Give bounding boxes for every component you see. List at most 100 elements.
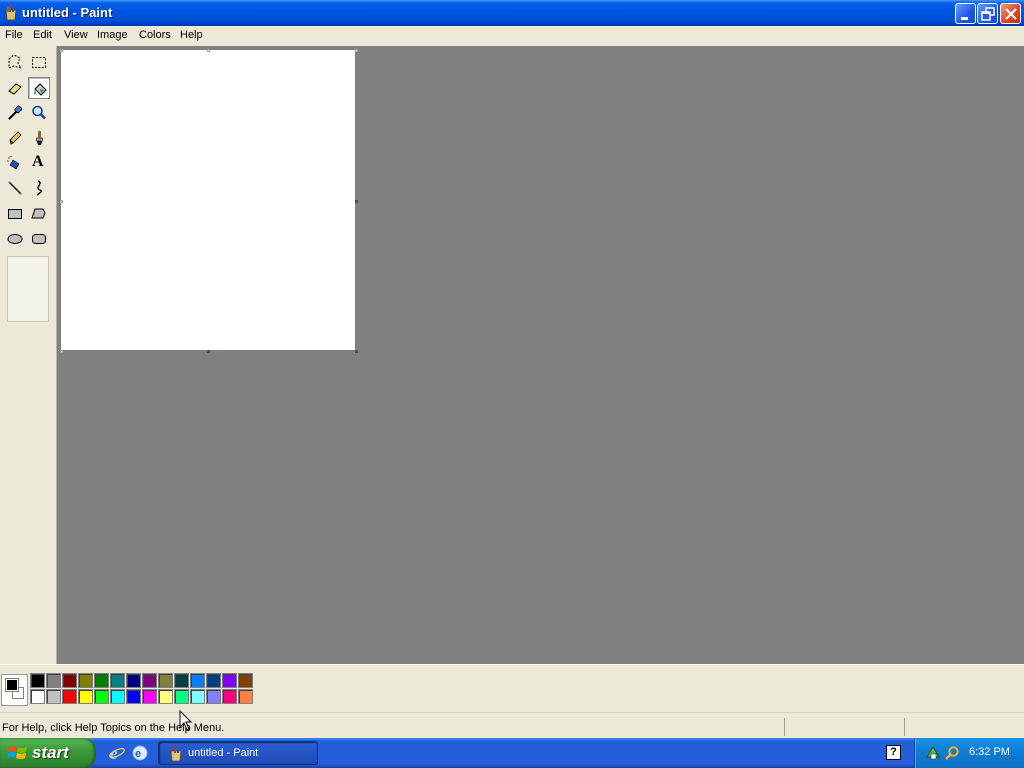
menu-help[interactable]: Help: [180, 29, 203, 41]
drawing-canvas[interactable]: [61, 50, 355, 350]
title-bar[interactable]: untitled - Paint: [0, 0, 1024, 26]
canvas-handle-bottom[interactable]: [207, 350, 210, 353]
canvas-handle-bottom-right[interactable]: [355, 350, 358, 353]
text-icon: A: [32, 153, 44, 170]
palette-swatch[interactable]: [62, 689, 77, 704]
palette-swatch[interactable]: [94, 689, 109, 704]
palette-swatch[interactable]: [142, 689, 157, 704]
taskbar-button-label: untitled - Paint: [188, 747, 259, 759]
curve-icon: [36, 180, 43, 196]
palette-swatch[interactable]: [110, 673, 125, 688]
start-button[interactable]: start: [0, 738, 96, 768]
close-icon: [1005, 8, 1017, 20]
internet-explorer-icon[interactable]: e: [108, 744, 126, 763]
fill-with-color-icon: [34, 83, 47, 96]
show-desktop-icon[interactable]: e: [131, 744, 149, 762]
ellipse-icon: [7, 234, 23, 244]
palette-swatch[interactable]: [46, 689, 61, 704]
palette-swatch[interactable]: [126, 689, 141, 704]
palette-swatch[interactable]: [110, 689, 125, 704]
menu-image[interactable]: Image: [97, 29, 128, 41]
magnifier-icon: [32, 105, 46, 120]
start-label: start: [32, 743, 69, 762]
tool-options-panel[interactable]: [7, 256, 49, 322]
canvas-handle-right[interactable]: [355, 200, 358, 203]
curve-tool[interactable]: [28, 177, 50, 199]
palette-swatch[interactable]: [30, 689, 45, 704]
palette-swatch[interactable]: [174, 689, 189, 704]
palette-swatch[interactable]: [190, 689, 205, 704]
svg-text:e: e: [135, 748, 141, 760]
eraser-tool[interactable]: [4, 77, 26, 99]
help-icon[interactable]: ?: [886, 745, 901, 760]
brush-tool[interactable]: [28, 127, 50, 149]
fill-with-color-tool[interactable]: [28, 77, 50, 99]
palette-swatch[interactable]: [174, 673, 189, 688]
current-colors[interactable]: [1, 674, 28, 706]
taskbar-button-paint[interactable]: untitled - Paint: [158, 741, 318, 765]
canvas-handle-top: [207, 49, 210, 52]
pick-color-tool[interactable]: [4, 102, 26, 124]
palette-swatch[interactable]: [46, 673, 61, 688]
canvas-handle-bottom-left: [60, 350, 63, 353]
palette-swatch[interactable]: [94, 673, 109, 688]
rounded-rectangle-icon: [32, 234, 46, 244]
free-form-select-tool[interactable]: [4, 51, 26, 73]
status-bar: For Help, click Help Topics on the Help …: [0, 712, 1024, 738]
network-icon[interactable]: [925, 745, 941, 764]
window-title: untitled - Paint: [22, 5, 113, 20]
system-tray: 6:32 PM: [914, 738, 1024, 768]
foreground-color: [5, 678, 19, 692]
palette-swatch[interactable]: [142, 673, 157, 688]
search-icon[interactable]: [944, 745, 960, 764]
windows-logo-icon: [8, 746, 27, 759]
palette-swatch[interactable]: [190, 673, 205, 688]
palette-swatch[interactable]: [78, 689, 93, 704]
palette-swatch[interactable]: [62, 673, 77, 688]
palette-swatch[interactable]: [158, 673, 173, 688]
rectangle-icon: [8, 209, 22, 219]
polygon-icon: [31, 208, 46, 219]
line-tool[interactable]: [4, 177, 26, 199]
restore-icon: [981, 7, 995, 21]
palette-swatch[interactable]: [238, 673, 253, 688]
clock: 6:32 PM: [969, 746, 1010, 758]
paint-brush-cup-icon[interactable]: [3, 4, 19, 22]
text-tool[interactable]: A: [28, 152, 50, 174]
palette-swatch[interactable]: [78, 673, 93, 688]
menu-colors[interactable]: Colors: [139, 29, 171, 41]
polygon-tool[interactable]: [28, 202, 50, 224]
palette-swatch[interactable]: [222, 689, 237, 704]
palette-swatch[interactable]: [206, 689, 221, 704]
palette-swatch[interactable]: [126, 673, 141, 688]
palette-swatch[interactable]: [158, 689, 173, 704]
rectangle-select-icon: [32, 57, 46, 68]
ellipse-tool[interactable]: [4, 227, 26, 249]
restore-button[interactable]: [977, 3, 998, 24]
palette-swatch[interactable]: [30, 673, 45, 688]
rounded-rectangle-tool[interactable]: [28, 227, 50, 249]
minimize-button[interactable]: [955, 3, 976, 24]
mouse-cursor-icon: [179, 710, 193, 731]
brush-icon: [36, 131, 43, 145]
pick-color-icon: [8, 105, 23, 120]
menu-edit[interactable]: Edit: [33, 29, 52, 41]
minimize-icon: [961, 17, 968, 20]
canvas-handle-top-left: [60, 49, 63, 52]
close-button[interactable]: [1000, 3, 1021, 24]
paint-brush-cup-icon: [170, 747, 182, 762]
rectangle-tool[interactable]: [4, 202, 26, 224]
palette-swatch[interactable]: [222, 673, 237, 688]
rectangle-select-tool[interactable]: [28, 51, 50, 73]
drawing-workspace: [56, 46, 1024, 664]
free-form-select-icon: [8, 54, 23, 69]
menu-bar: File Edit View Image Colors Help: [0, 26, 1024, 45]
menu-file[interactable]: File: [5, 29, 23, 41]
pencil-tool[interactable]: [4, 127, 26, 149]
magnifier-tool[interactable]: [28, 102, 50, 124]
palette-swatch[interactable]: [238, 689, 253, 704]
airbrush-tool[interactable]: [4, 152, 26, 174]
menu-view[interactable]: View: [64, 29, 88, 41]
palette-swatch[interactable]: [206, 673, 221, 688]
eraser-icon: [8, 83, 22, 95]
